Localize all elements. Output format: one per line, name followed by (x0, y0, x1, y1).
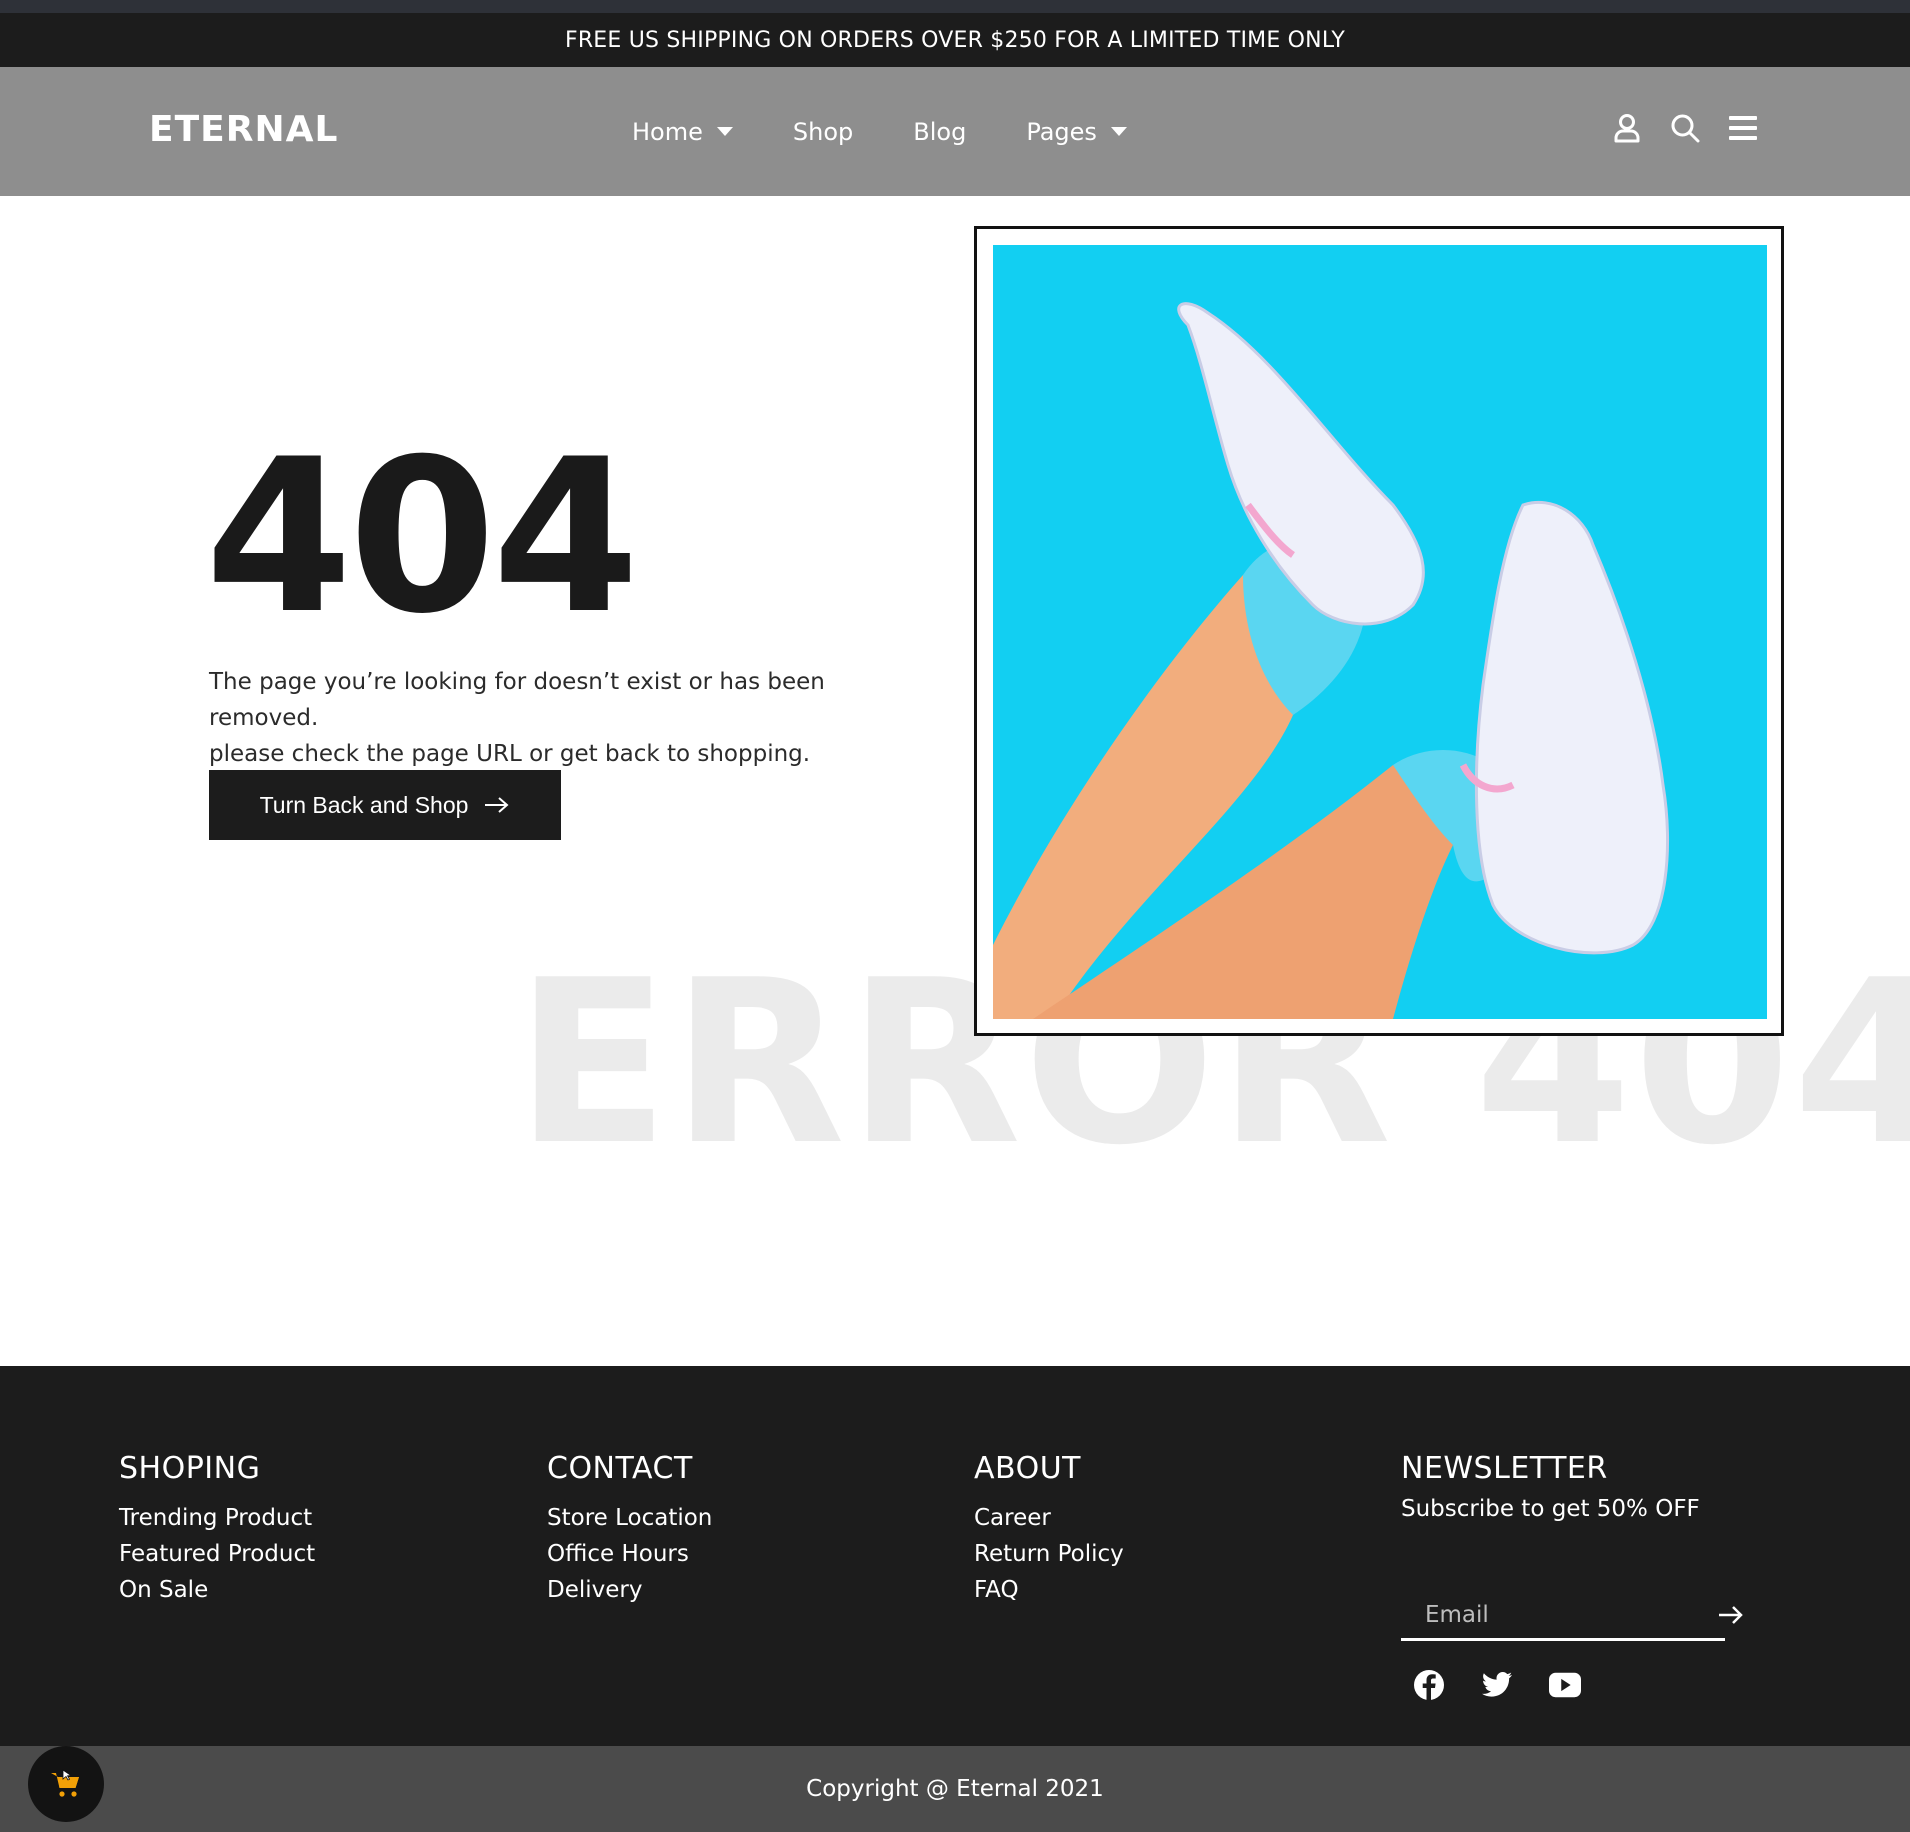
site-logo[interactable]: ETERNAL (149, 109, 338, 150)
youtube-icon[interactable] (1549, 1669, 1581, 1701)
nav-item-blog[interactable]: Blog (913, 118, 966, 146)
newsletter-form (1401, 1590, 1743, 1641)
button-label: Turn Back and Shop (259, 791, 469, 818)
nav-item-label: Pages (1026, 117, 1097, 146)
newsletter-subtitle: Subscribe to get 50% OFF (1401, 1496, 1700, 1522)
nav-item-shop[interactable]: Shop (793, 118, 853, 146)
turn-back-shop-button[interactable]: Turn Back and Shop (209, 770, 561, 840)
sneakers-illustration (993, 245, 1767, 1019)
copyright-text: Copyright @ Eternal 2021 (806, 1776, 1104, 1802)
hero-image-frame (974, 226, 1784, 1036)
cart-icon (51, 1769, 79, 1797)
menu-icon[interactable] (1728, 113, 1758, 143)
footer-heading: SHOPING (119, 1451, 261, 1486)
footer-link-featured-product[interactable]: Featured Product (119, 1536, 315, 1572)
announcement-bar: FREE US SHIPPING ON ORDERS OVER $250 FOR… (0, 13, 1910, 67)
footer-link-faq[interactable]: FAQ (974, 1572, 1124, 1608)
site-header: ETERNAL Home Shop Blog Pages (0, 67, 1910, 196)
error-code: 404 (205, 413, 640, 660)
floating-cart-button[interactable] (28, 1746, 104, 1822)
arrow-right-icon (484, 796, 510, 814)
error-message: The page you’re looking for doesn’t exis… (209, 664, 929, 772)
footer-column-contact: CONTACT Store Location Office Hours Deli… (547, 1451, 712, 1608)
header-actions (1612, 113, 1758, 143)
footer-link-store-location[interactable]: Store Location (547, 1500, 712, 1536)
main-nav: Home Shop Blog Pages (632, 67, 1187, 196)
browser-strip (0, 0, 1910, 13)
user-icon[interactable] (1612, 113, 1642, 143)
footer-heading: CONTACT (547, 1451, 693, 1486)
nav-item-home[interactable]: Home (632, 118, 733, 146)
sneakers-photo (993, 245, 1767, 1019)
footer-column-shoping: SHOPING Trending Product Featured Produc… (119, 1451, 315, 1608)
error-section: ERROR 404 404 The page you’re looking fo… (0, 196, 1910, 1366)
footer-heading: NEWSLETTER (1401, 1451, 1608, 1486)
announcement-text: FREE US SHIPPING ON ORDERS OVER $250 FOR… (564, 27, 1346, 53)
error-message-line: please check the page URL or get back to… (209, 741, 811, 767)
nav-item-label: Home (632, 117, 703, 146)
email-field[interactable] (1401, 1590, 1718, 1639)
footer-heading: ABOUT (974, 1451, 1081, 1486)
footer-link-delivery[interactable]: Delivery (547, 1572, 712, 1608)
chevron-down-icon (716, 127, 733, 136)
social-links (1413, 1669, 1581, 1701)
footer-link-trending-product[interactable]: Trending Product (119, 1500, 315, 1536)
nav-item-label: Blog (913, 117, 967, 146)
footer-link-career[interactable]: Career (974, 1500, 1124, 1536)
subscribe-arrow-icon[interactable] (1718, 1591, 1744, 1639)
nav-item-label: Shop (792, 117, 854, 146)
footer-column-newsletter: NEWSLETTER Subscribe to get 50% OFF (1401, 1451, 1761, 1721)
twitter-icon[interactable] (1481, 1669, 1513, 1701)
chevron-down-icon (1110, 127, 1127, 136)
copyright-bar: Copyright @ Eternal 2021 (0, 1746, 1910, 1832)
search-icon[interactable] (1670, 113, 1700, 143)
footer-link-on-sale[interactable]: On Sale (119, 1572, 315, 1608)
site-footer: SHOPING Trending Product Featured Produc… (0, 1366, 1910, 1746)
footer-link-office-hours[interactable]: Office Hours (547, 1536, 712, 1572)
footer-column-about: ABOUT Career Return Policy FAQ (974, 1451, 1124, 1608)
error-message-line: The page you’re looking for doesn’t exis… (209, 669, 825, 731)
nav-item-pages[interactable]: Pages (1026, 118, 1127, 146)
facebook-icon[interactable] (1413, 1669, 1445, 1701)
footer-link-return-policy[interactable]: Return Policy (974, 1536, 1124, 1572)
